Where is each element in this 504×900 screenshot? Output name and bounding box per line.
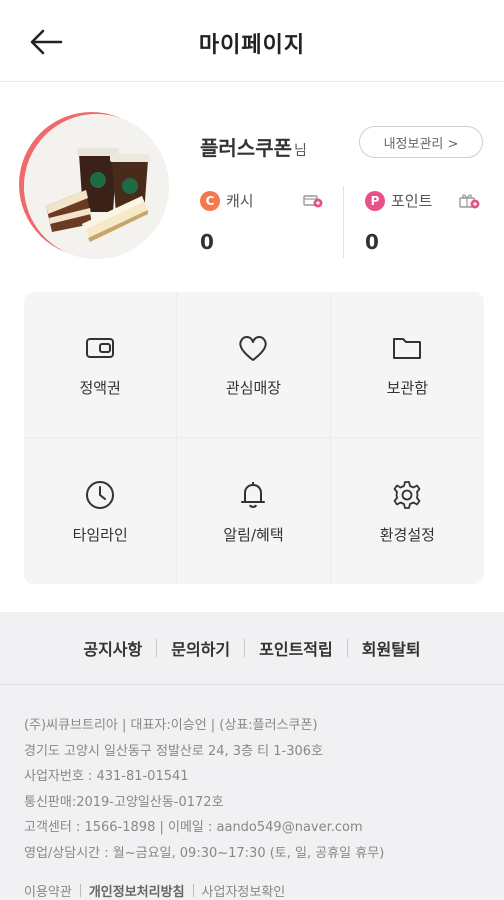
cash-label: 캐시	[226, 192, 254, 210]
cash-charge-icon[interactable]	[302, 190, 324, 210]
nickname-suffix: 님	[294, 143, 307, 159]
menu-label: 보관함	[386, 379, 429, 397]
menu-label: 정액권	[79, 379, 121, 397]
cash-label-group: C 캐시	[200, 190, 254, 211]
gear-icon	[390, 478, 424, 512]
ecommerce-license-line: 통신판매:2019-고양일산동-0172호	[24, 794, 224, 810]
contact-line: 고객센터 : 1566-1898 | 이메일 : aando549@naver.…	[24, 820, 363, 835]
link-privacy-policy[interactable]: 개인정보처리방침	[89, 881, 185, 900]
menu-item-voucher[interactable]: 정액권	[24, 292, 178, 438]
policy-separator	[192, 884, 194, 897]
menu-label: 관심매장	[225, 379, 282, 397]
link-point-earn[interactable]: 포인트적립	[245, 636, 347, 660]
menu-label: 타임라인	[72, 525, 128, 544]
page-title: 마이페이지	[198, 33, 306, 58]
point-label-group: P 포인트	[365, 190, 432, 211]
menu-item-storage[interactable]: 보관함	[330, 292, 484, 438]
heart-icon	[236, 331, 270, 365]
link-notice[interactable]: 공지사항	[69, 636, 156, 660]
menu-item-notifications[interactable]: 알림/혜택	[177, 438, 331, 584]
company-line: (주)씨큐브트리아 | 대표자:이승언 | (상표:플러스쿠폰)	[24, 718, 318, 733]
link-business-info[interactable]: 사업자정보확인	[202, 881, 286, 900]
point-gift-icon[interactable]	[458, 190, 480, 210]
footer-links: 공지사항 문의하기 포인트적립 회원탈퇴	[0, 612, 504, 684]
menu-item-settings[interactable]: 환경설정	[331, 438, 484, 584]
address-line: 경기도 고양시 일산동구 정발산로 24, 3층 티 1-306호	[24, 743, 323, 759]
folder-icon	[390, 331, 424, 365]
nickname-text: 플러스쿠폰	[200, 136, 292, 160]
menu-grid: 정액권 관심매장 보관함 타임라인 알림/혜택 환경설정	[24, 292, 484, 584]
clock-icon	[83, 478, 117, 512]
business-number-line: 사업자번호 : 431-81-01541	[24, 769, 189, 784]
point-amount: 0	[365, 230, 379, 254]
app-header: 마이페이지	[0, 0, 504, 82]
link-terms[interactable]: 이용약관	[24, 881, 72, 900]
menu-item-timeline[interactable]: 타임라인	[24, 438, 178, 584]
wallet-divider	[343, 186, 344, 258]
avatar[interactable]	[24, 114, 169, 259]
point-coin-icon: P	[365, 190, 385, 211]
point-label: 포인트	[391, 192, 433, 210]
user-nickname: 플러스쿠폰 님	[200, 132, 307, 161]
coffee-cake-image	[24, 114, 169, 259]
menu-item-favorite-stores[interactable]: 관심매장	[177, 292, 331, 438]
link-withdraw[interactable]: 회원탈퇴	[348, 636, 435, 660]
cash-coin-icon: C	[200, 190, 220, 211]
business-hours-line: 영업/상담시간 : 월~금요일, 09:30~17:30 (토, 일, 공휴일 …	[24, 845, 385, 861]
wallet-icon	[83, 331, 117, 365]
bell-icon	[236, 478, 270, 512]
company-info: (주)씨큐브트리아 | 대표자:이승언 | (상표:플러스쿠폰) 경기도 고양시…	[0, 684, 504, 900]
link-inquiry[interactable]: 문의하기	[157, 636, 244, 660]
menu-label: 알림/혜택	[223, 525, 284, 544]
policy-links: 이용약관 개인정보처리방침 사업자정보확인	[24, 881, 285, 900]
cash-amount: 0	[200, 230, 214, 254]
menu-label: 환경설정	[379, 525, 435, 544]
profile-section: 플러스쿠폰 님 내정보관리 > C 캐시 0 P 포인트 0	[0, 82, 504, 292]
policy-separator	[79, 884, 81, 897]
my-info-button[interactable]: 내정보관리 >	[359, 126, 483, 158]
